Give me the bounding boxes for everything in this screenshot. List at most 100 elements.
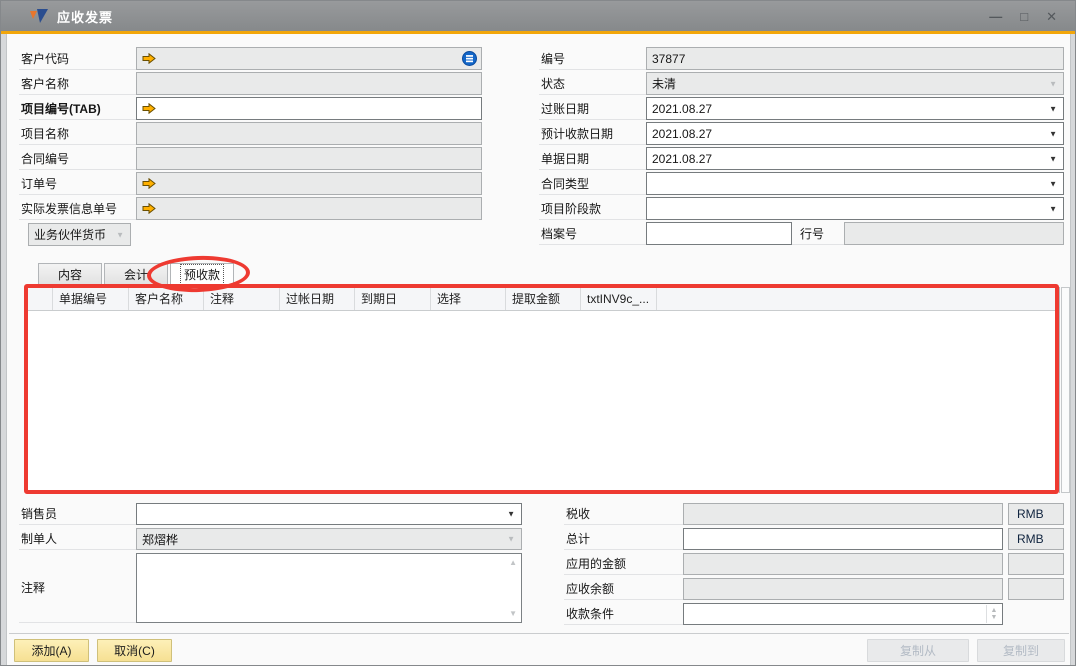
form-row-archive-number: 档案号 行号	[539, 222, 1064, 245]
posting-date-label: 过账日期	[539, 97, 646, 120]
project-name-field[interactable]	[136, 122, 482, 145]
form-row-project-phase-payment: 项目阶段款	[539, 197, 1064, 220]
status-label: 状态	[539, 72, 646, 95]
tab-prepayment-label: 预收款	[181, 265, 223, 284]
posting-date-value: 2021.08.27	[652, 102, 712, 116]
receivable-balance-label: 应收余额	[564, 578, 683, 600]
form-row-contract-type: 合同类型	[539, 172, 1064, 195]
minimize-icon[interactable]: —	[989, 10, 1002, 23]
bp-currency-dropdown[interactable]: 业务伙伴货币	[28, 223, 131, 246]
actual-invoice-info-number-label: 实际发票信息单号	[19, 197, 136, 220]
number-value: 37877	[652, 52, 685, 66]
payment-terms-field[interactable]	[683, 603, 1003, 625]
form-row-contract-number: 合同编号	[19, 147, 482, 170]
number-field[interactable]: 37877	[646, 47, 1064, 70]
tab-contents[interactable]: 内容	[38, 263, 102, 286]
close-icon[interactable]: ✕	[1046, 10, 1057, 23]
contract-number-field[interactable]	[136, 147, 482, 170]
add-button[interactable]: 添加(A)	[14, 639, 89, 662]
form-row-document-creator: 制单人郑熠桦	[19, 528, 522, 550]
document-date-dropdown[interactable]: 2021.08.27	[646, 147, 1064, 170]
form-row-document-date: 单据日期2021.08.27	[539, 147, 1064, 170]
copy-from-button: 复制从	[867, 639, 969, 662]
customer-name-label: 客户名称	[19, 72, 136, 95]
tab-prepayment[interactable]: 预收款	[170, 263, 234, 286]
table-column-header-8: txtINV9c_...	[581, 288, 657, 310]
customer-name-field[interactable]	[136, 72, 482, 95]
accent-line	[1, 31, 1075, 34]
table-body[interactable]	[28, 311, 1059, 493]
window-frame-left	[1, 34, 7, 666]
project-number-label: 项目编号(TAB)	[19, 97, 136, 120]
tab-contents-label: 内容	[58, 266, 82, 283]
link-arrow-icon[interactable]	[142, 53, 156, 64]
form-row-number: 编号 37877	[539, 47, 1064, 70]
status-value: 未清	[652, 75, 676, 92]
cancel-button[interactable]: 取消(C)	[97, 639, 172, 662]
form-row-total: 总计RMB	[564, 528, 1066, 550]
window-title: 应收发票	[57, 7, 113, 26]
tab-accounting[interactable]: 会计	[104, 263, 168, 286]
project-phase-payment-dropdown[interactable]	[646, 197, 1064, 220]
tab-strip: 内容 会计 预收款	[38, 263, 234, 286]
project-name-label: 项目名称	[19, 122, 136, 145]
tax-field	[683, 503, 1003, 525]
total-currency-box: RMB	[1008, 528, 1064, 550]
archive-number-label: 档案号	[539, 222, 646, 245]
total-field[interactable]	[683, 528, 1003, 550]
archive-number-field[interactable]	[646, 222, 792, 245]
receivable-balance-currency-box	[1008, 578, 1064, 600]
payment-terms-label: 收款条件	[564, 603, 683, 625]
document-date-label: 单据日期	[539, 147, 646, 170]
table-scrollbar[interactable]	[1061, 287, 1070, 493]
form-row-payment-terms: 收款条件	[564, 603, 1066, 625]
link-arrow-icon[interactable]	[142, 103, 156, 114]
form-row-salesperson: 销售员	[19, 503, 522, 525]
link-arrow-icon[interactable]	[142, 203, 156, 214]
form-row-status: 状态未清	[539, 72, 1064, 95]
line-number-label: 行号	[792, 222, 844, 245]
maximize-icon[interactable]: □	[1020, 10, 1028, 23]
posting-date-dropdown[interactable]: 2021.08.27	[646, 97, 1064, 120]
table-column-header-7: 提取金额	[506, 288, 581, 310]
window-frame-right	[1070, 34, 1076, 666]
expected-collection-date-dropdown[interactable]: 2021.08.27	[646, 122, 1064, 145]
order-number-field[interactable]	[136, 172, 482, 195]
form-row-tax: 税收 RMB	[564, 503, 1066, 525]
form-row-posting-date: 过账日期 2021.08.27	[539, 97, 1064, 120]
project-phase-payment-label: 项目阶段款	[539, 197, 646, 220]
contract-type-dropdown[interactable]	[646, 172, 1064, 195]
form-row-order-number: 订单号	[19, 172, 482, 195]
order-number-label: 订单号	[19, 172, 136, 195]
number-label: 编号	[539, 47, 646, 70]
app-logo-icon	[29, 8, 49, 24]
link-arrow-icon[interactable]	[142, 178, 156, 189]
contract-number-label: 合同编号	[19, 147, 136, 170]
expected-collection-date-label: 预计收款日期	[539, 122, 646, 145]
project-number-field[interactable]	[136, 97, 482, 120]
form-right-column: 编号37877状态未清过账日期2021.08.27预计收款日期2021.08.2…	[539, 47, 1064, 247]
form-row-applied-amount: 应用的金额	[564, 553, 1066, 575]
title-bar: 应收发票 — □ ✕	[1, 1, 1075, 31]
applied-amount-currency-box	[1008, 553, 1064, 575]
table-column-header-4: 过帐日期	[280, 288, 355, 310]
tab-accounting-label: 会计	[124, 266, 148, 283]
actual-invoice-info-number-field[interactable]	[136, 197, 482, 220]
table-column-header-2: 客户名称	[129, 288, 204, 310]
salesperson-dropdown[interactable]	[136, 503, 522, 525]
table-header-row: 单据编号客户名称注释过帐日期到期日选择提取金额txtINV9c_...	[28, 288, 1059, 311]
choose-from-list-icon[interactable]	[462, 51, 477, 66]
customer-code-field[interactable]	[136, 47, 482, 70]
remarks-textarea[interactable]	[136, 553, 522, 623]
tax-currency: RMB	[1017, 507, 1044, 521]
payment-terms-spinner[interactable]	[986, 605, 1001, 623]
tax-label: 税收	[564, 503, 683, 525]
table-column-header-3: 注释	[204, 288, 280, 310]
copy-to-button: 复制到	[977, 639, 1065, 662]
form-row-customer-code: 客户代码	[19, 47, 482, 70]
form-row-expected-collection-date: 预计收款日期2021.08.27	[539, 122, 1064, 145]
remarks-label: 注释	[19, 553, 136, 623]
document-creator-dropdown: 郑熠桦	[136, 528, 522, 550]
salesperson-label: 销售员	[19, 503, 136, 525]
totals-form: 税收RMB总计RMB应用的金额应收余额收款条件	[564, 503, 1066, 628]
